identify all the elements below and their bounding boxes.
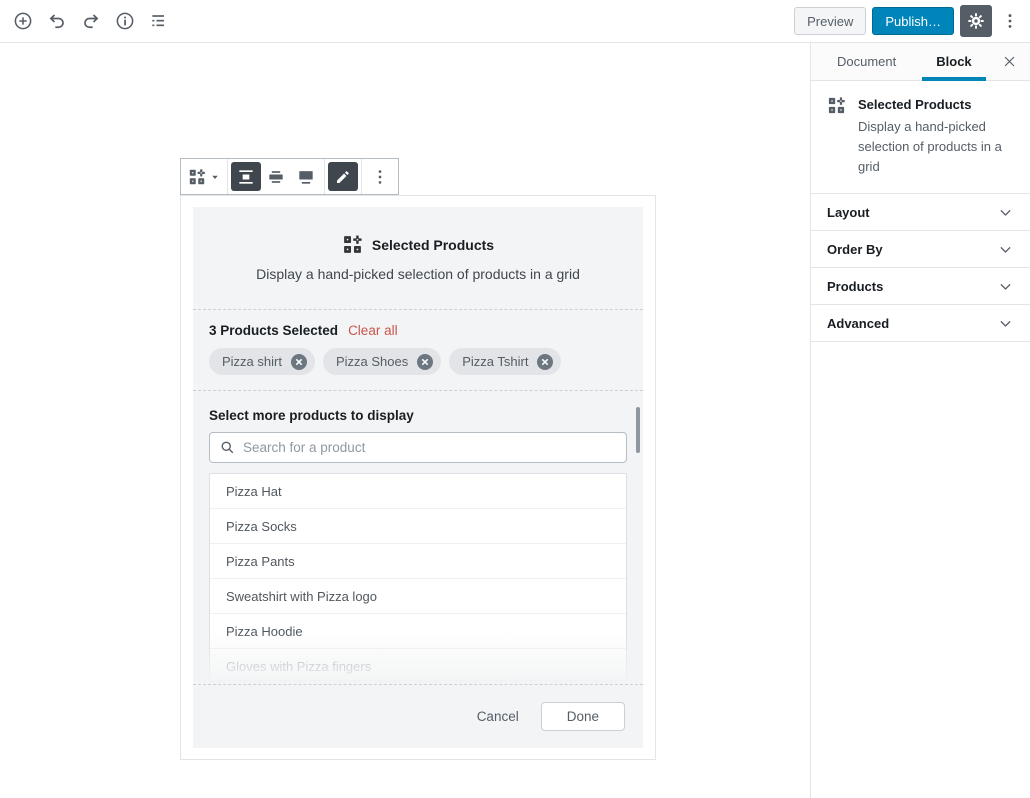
toolbar-more-button[interactable]: [365, 162, 395, 191]
product-chip[interactable]: Pizza shirt: [209, 348, 315, 375]
inserter-button[interactable]: [8, 6, 38, 36]
panel-toggle-order-by[interactable]: Order By: [811, 231, 1030, 268]
panel-toggle-advanced[interactable]: Advanced: [811, 305, 1030, 342]
selected-count-label: 3 Products Selected: [209, 323, 338, 338]
done-button[interactable]: Done: [541, 702, 625, 731]
selected-products-block-icon: [188, 168, 206, 186]
sidebar-tabs: Document Block: [811, 43, 1030, 81]
panel-footer: Cancel Done: [193, 684, 643, 748]
more-options-button[interactable]: [998, 5, 1022, 37]
edit-button[interactable]: [328, 162, 358, 191]
product-list-item[interactable]: Pizza Hat: [210, 474, 626, 509]
settings-gear-button[interactable]: [960, 5, 992, 37]
product-search-input[interactable]: [243, 440, 616, 455]
plus-circle-icon: [12, 10, 34, 32]
align-full-button[interactable]: [291, 162, 321, 191]
redo-icon: [81, 11, 101, 31]
block-placeholder-header: Selected Products Display a hand-picked …: [193, 207, 643, 310]
product-list-item[interactable]: Pizza Socks: [210, 509, 626, 544]
product-list-item[interactable]: Sweatshirt with Pizza logo: [210, 579, 626, 614]
align-full-icon: [296, 167, 316, 187]
toolbar-more-group: [362, 159, 398, 194]
sidebar-accordion: Layout Order By Products Advanced: [811, 194, 1030, 342]
block-description: Display a hand-picked selection of produ…: [256, 266, 580, 282]
align-center-icon: [236, 167, 256, 187]
chip-label: Pizza shirt: [222, 354, 282, 369]
panel-toggle-layout[interactable]: Layout: [811, 194, 1030, 231]
search-section-label: Select more products to display: [209, 408, 627, 423]
chip-label: Pizza Tshirt: [462, 354, 528, 369]
products-editor-panel: Selected Products Display a hand-picked …: [193, 207, 643, 748]
selected-products-block-icon: [827, 96, 846, 177]
selected-product-chips: Pizza shirt Pizza Shoes Pi: [209, 348, 627, 375]
publish-button[interactable]: Publish…: [872, 7, 954, 35]
scrollbar-thumb[interactable]: [636, 407, 640, 453]
remove-chip-icon[interactable]: [537, 354, 553, 370]
undo-button[interactable]: [42, 6, 72, 36]
gutenberg-editor: Preview Publish…: [0, 0, 1030, 798]
editor-topbar: Preview Publish…: [0, 0, 1030, 43]
settings-sidebar: Document Block: [810, 43, 1030, 798]
align-wide-button[interactable]: [261, 162, 291, 191]
remove-chip-icon[interactable]: [291, 354, 307, 370]
topbar-left-tools: [8, 6, 174, 36]
product-list-item[interactable]: Pizza Hoodie: [210, 614, 626, 649]
topbar-right-tools: Preview Publish…: [794, 5, 1022, 37]
close-sidebar-button[interactable]: [988, 43, 1030, 80]
close-icon: [1002, 54, 1017, 69]
selected-products-block: Selected Products Display a hand-picked …: [180, 195, 656, 760]
chevron-down-icon: [997, 278, 1014, 295]
clear-all-link[interactable]: Clear all: [348, 323, 398, 338]
align-center-button[interactable]: [231, 162, 261, 191]
tab-document[interactable]: Document: [823, 43, 910, 80]
gear-icon: [966, 11, 986, 31]
vertical-ellipsis-icon: [370, 167, 390, 187]
chevron-down-icon: [997, 204, 1014, 221]
undo-icon: [47, 11, 67, 31]
chevron-down-icon: [997, 315, 1014, 332]
cancel-button[interactable]: Cancel: [477, 709, 519, 724]
chevron-down-icon: [997, 241, 1014, 258]
alignment-group: [228, 159, 325, 194]
block-toolbar: [180, 158, 399, 195]
product-list-item[interactable]: Gloves with Pizza fingers: [210, 649, 626, 681]
pencil-icon: [334, 168, 352, 186]
search-icon: [220, 440, 235, 455]
block-navigation-icon: [149, 11, 169, 31]
remove-chip-icon[interactable]: [417, 354, 433, 370]
block-switcher-group: [181, 159, 228, 194]
panel-toggle-products[interactable]: Products: [811, 268, 1030, 305]
vertical-ellipsis-icon: [1000, 11, 1020, 31]
content-structure-button[interactable]: [110, 6, 140, 36]
product-search-box: [209, 432, 627, 463]
preview-button[interactable]: Preview: [794, 7, 866, 35]
sidebar-block-card: Selected Products Display a hand-picked …: [811, 81, 1030, 194]
block-switcher-button[interactable]: [184, 162, 224, 191]
chip-label: Pizza Shoes: [336, 354, 408, 369]
redo-button[interactable]: [76, 6, 106, 36]
product-results-list: Pizza Hat Pizza Socks Pizza Pants Sweats…: [209, 473, 627, 681]
editor-canvas: Selected Products Display a hand-picked …: [0, 43, 810, 798]
block-title: Selected Products: [372, 237, 494, 253]
selected-products-section: 3 Products Selected Clear all Pizza shir…: [193, 310, 643, 391]
sidebar-block-title: Selected Products: [858, 96, 1016, 112]
product-chip[interactable]: Pizza Shoes: [323, 348, 441, 375]
block-navigation-button[interactable]: [144, 6, 174, 36]
tab-block[interactable]: Block: [922, 43, 985, 80]
info-icon: [114, 10, 136, 32]
selected-products-block-icon: [342, 234, 363, 255]
sidebar-block-description: Display a hand-picked selection of produ…: [858, 117, 1016, 177]
product-search-section: Select more products to display Pizza Ha…: [193, 391, 643, 684]
product-list-item[interactable]: Pizza Pants: [210, 544, 626, 579]
align-wide-icon: [266, 167, 286, 187]
product-chip[interactable]: Pizza Tshirt: [449, 348, 561, 375]
chevron-down-icon: [209, 171, 221, 183]
edit-group: [325, 159, 362, 194]
